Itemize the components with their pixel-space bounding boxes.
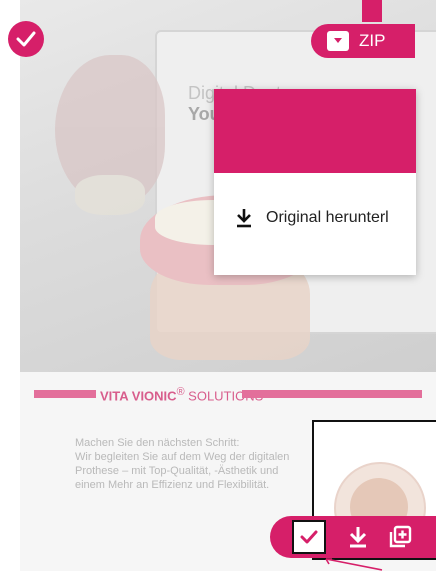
banner-text: VITA VIONIC® SOLUTIONS xyxy=(100,386,264,404)
select-checkbox[interactable] xyxy=(8,21,44,57)
download-original-item[interactable]: Original herunterl xyxy=(214,206,416,230)
asset-action-bar xyxy=(270,516,436,558)
download-menu: Original herunterl xyxy=(214,89,416,275)
description-line: Wir begleiten Sie auf dem Weg der digita… xyxy=(75,451,290,463)
select-asset-button[interactable] xyxy=(292,520,326,554)
accent-tab xyxy=(362,0,382,22)
description-line: Machen Sie den nächsten Schritt: xyxy=(75,437,240,449)
pointer-arrow xyxy=(325,558,383,571)
check-icon xyxy=(300,530,318,544)
zip-download-button[interactable]: ZIP xyxy=(311,24,415,58)
download-menu-header xyxy=(214,89,416,173)
download-asset-button[interactable] xyxy=(342,521,374,553)
zip-label: ZIP xyxy=(359,31,386,50)
add-to-collection-button[interactable] xyxy=(384,521,416,553)
download-original-label: Original herunterl xyxy=(266,209,389,226)
asset-card[interactable]: Digital Dentures: Your VITA VIONIC® SOLU… xyxy=(20,0,436,571)
add-to-collection-icon xyxy=(389,525,412,548)
denture-ghost-graphic xyxy=(55,55,165,215)
banner-bar-left xyxy=(34,390,96,398)
description-line: Prothese – mit Top-Qualität, -Ästhetik u… xyxy=(75,465,279,477)
download-icon xyxy=(349,527,367,548)
brand-banner: VITA VIONIC® SOLUTIONS xyxy=(20,384,436,404)
archive-download-icon xyxy=(327,31,349,51)
description-text: Machen Sie den nächsten Schritt: Wir beg… xyxy=(75,436,305,492)
description-line: einem Mehr an Effizienz und Flexibilität… xyxy=(75,479,270,491)
banner-bar-right xyxy=(242,390,422,398)
check-icon xyxy=(16,31,36,47)
download-icon xyxy=(237,209,251,228)
